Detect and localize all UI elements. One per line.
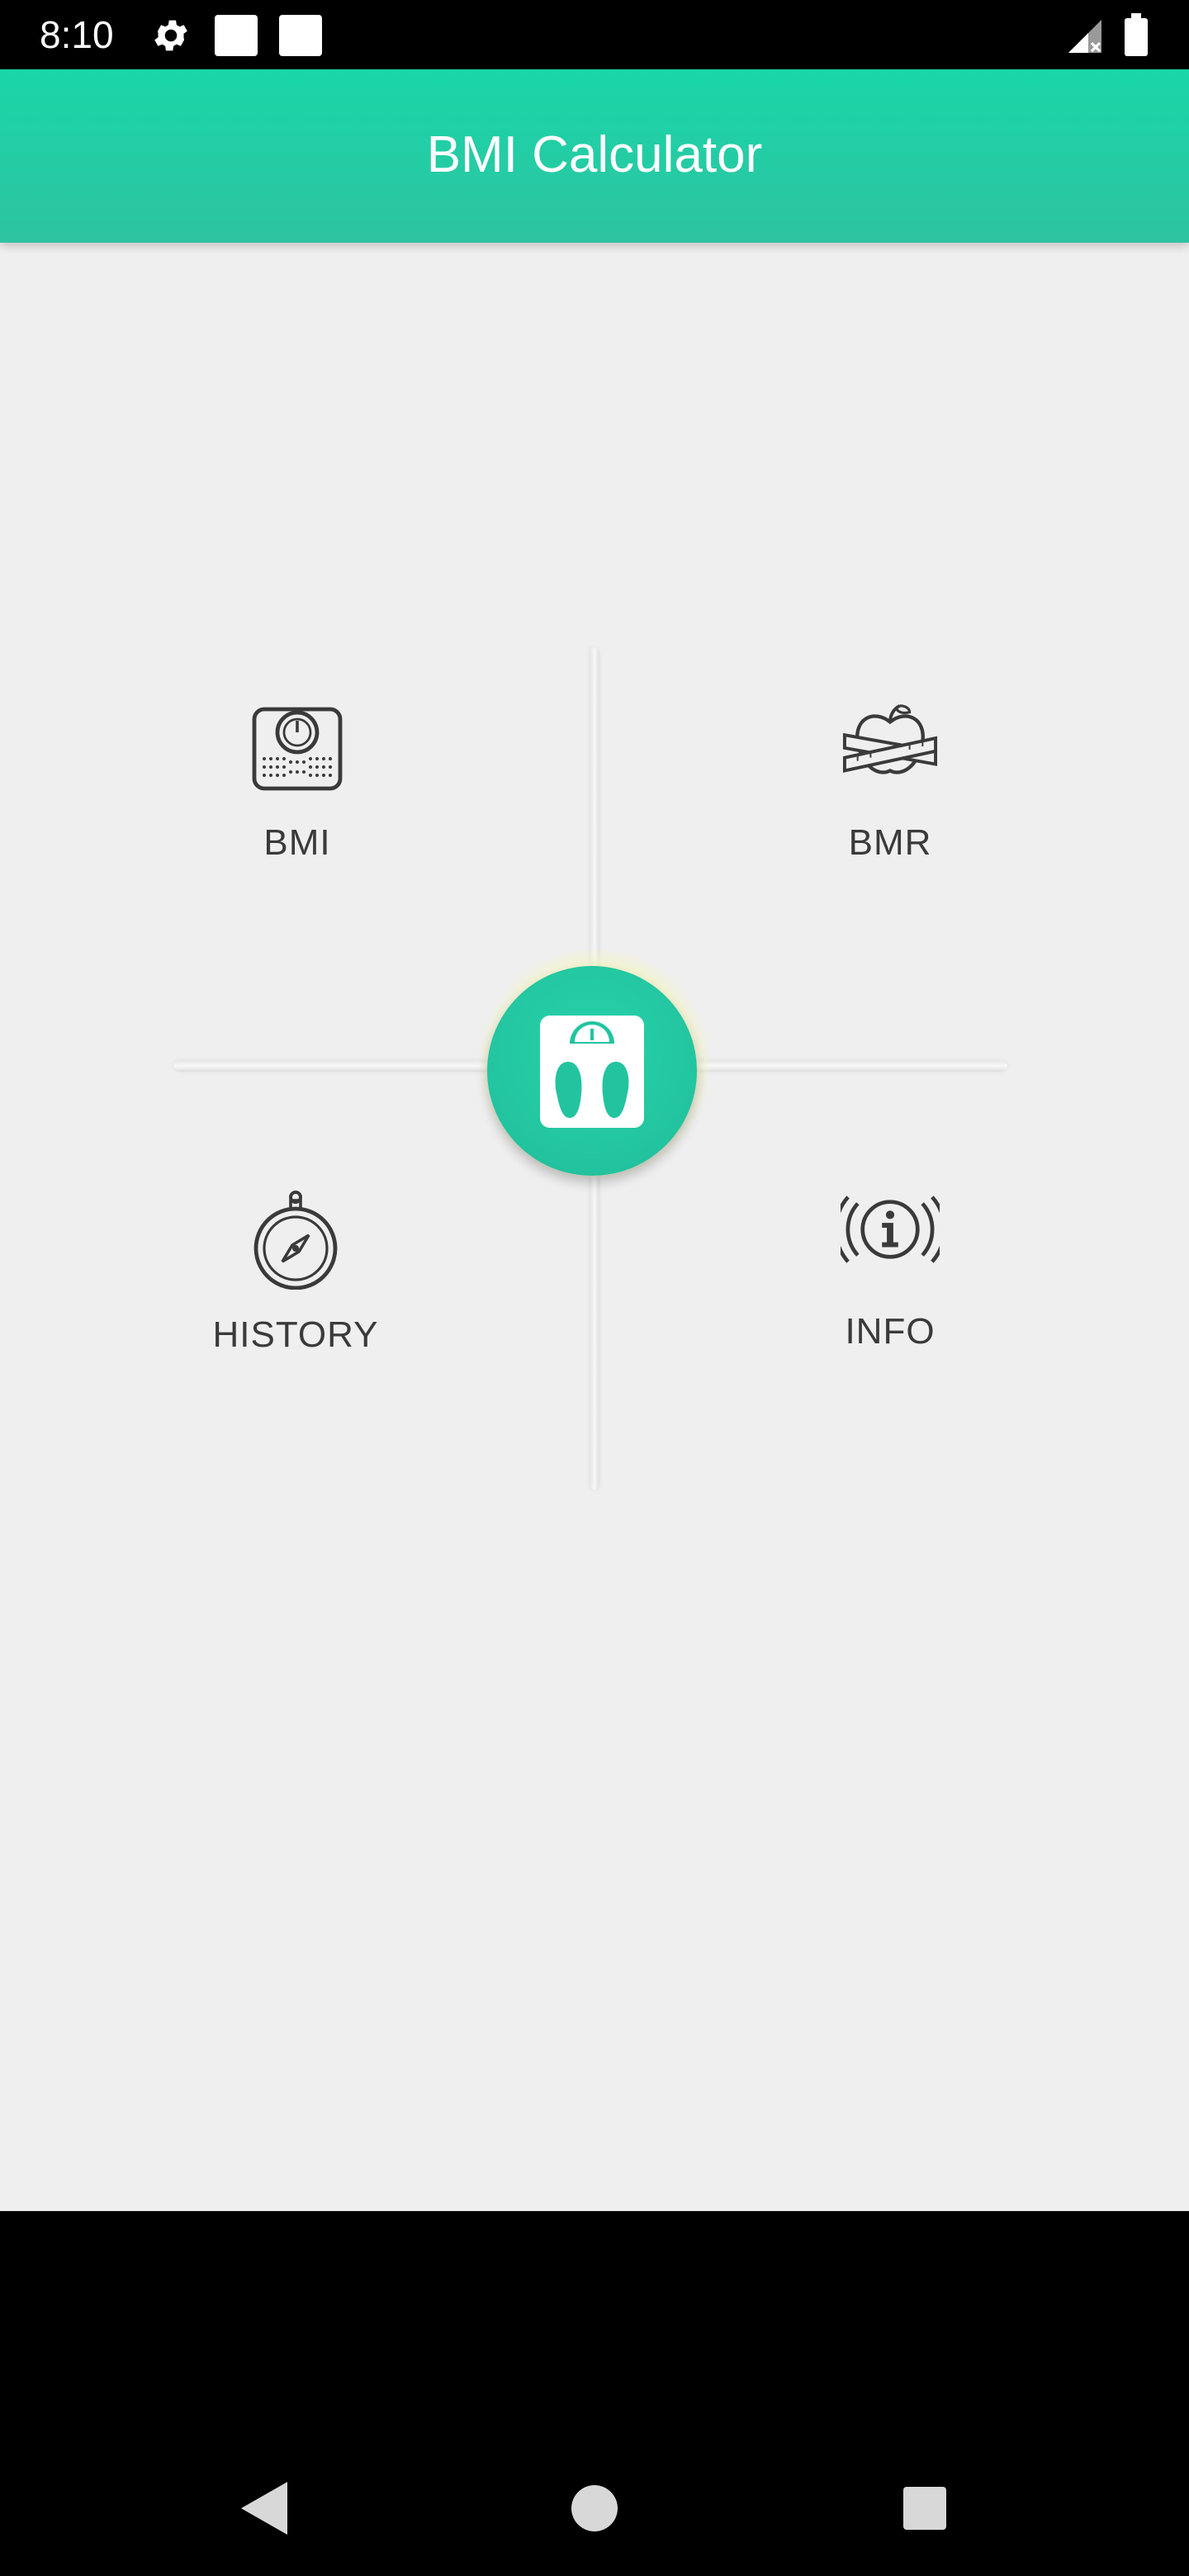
menu-label-info: INFO — [845, 1311, 936, 1352]
gear-icon — [154, 20, 187, 51]
compass-icon — [253, 1191, 338, 1290]
menu-item-bmr[interactable]: BMR — [741, 702, 1039, 916]
notification-square-icon — [215, 15, 258, 56]
recents-icon[interactable] — [892, 2475, 958, 2541]
scale-dial-icon — [252, 707, 343, 791]
menu-label-bmi: BMI — [263, 822, 331, 863]
info-icon — [841, 1196, 940, 1263]
battery-icon — [1125, 13, 1148, 56]
app-bar: BMI Calculator — [0, 69, 1189, 243]
bathroom-scale-icon — [540, 1016, 644, 1128]
center-scale-button[interactable] — [487, 966, 697, 1176]
menu-item-history[interactable]: HISTORY — [147, 1191, 444, 1405]
back-icon[interactable] — [231, 2475, 297, 2541]
app-title: BMI Calculator — [426, 126, 763, 183]
menu-item-bmi[interactable]: BMI — [149, 702, 446, 916]
notification-square-icon — [279, 15, 322, 56]
main-content: BMI BMR HISTORY INFO — [0, 243, 1189, 2211]
home-icon[interactable] — [561, 2475, 628, 2541]
status-bar: 8:10 — [0, 0, 1189, 69]
status-time: 8:10 — [40, 13, 114, 56]
signal-icon — [1068, 20, 1101, 53]
menu-label-history: HISTORY — [212, 1314, 379, 1355]
menu-label-bmr: BMR — [848, 822, 932, 863]
menu-item-info[interactable]: INFO — [741, 1191, 1039, 1405]
apple-tape-measure-icon — [842, 704, 938, 774]
